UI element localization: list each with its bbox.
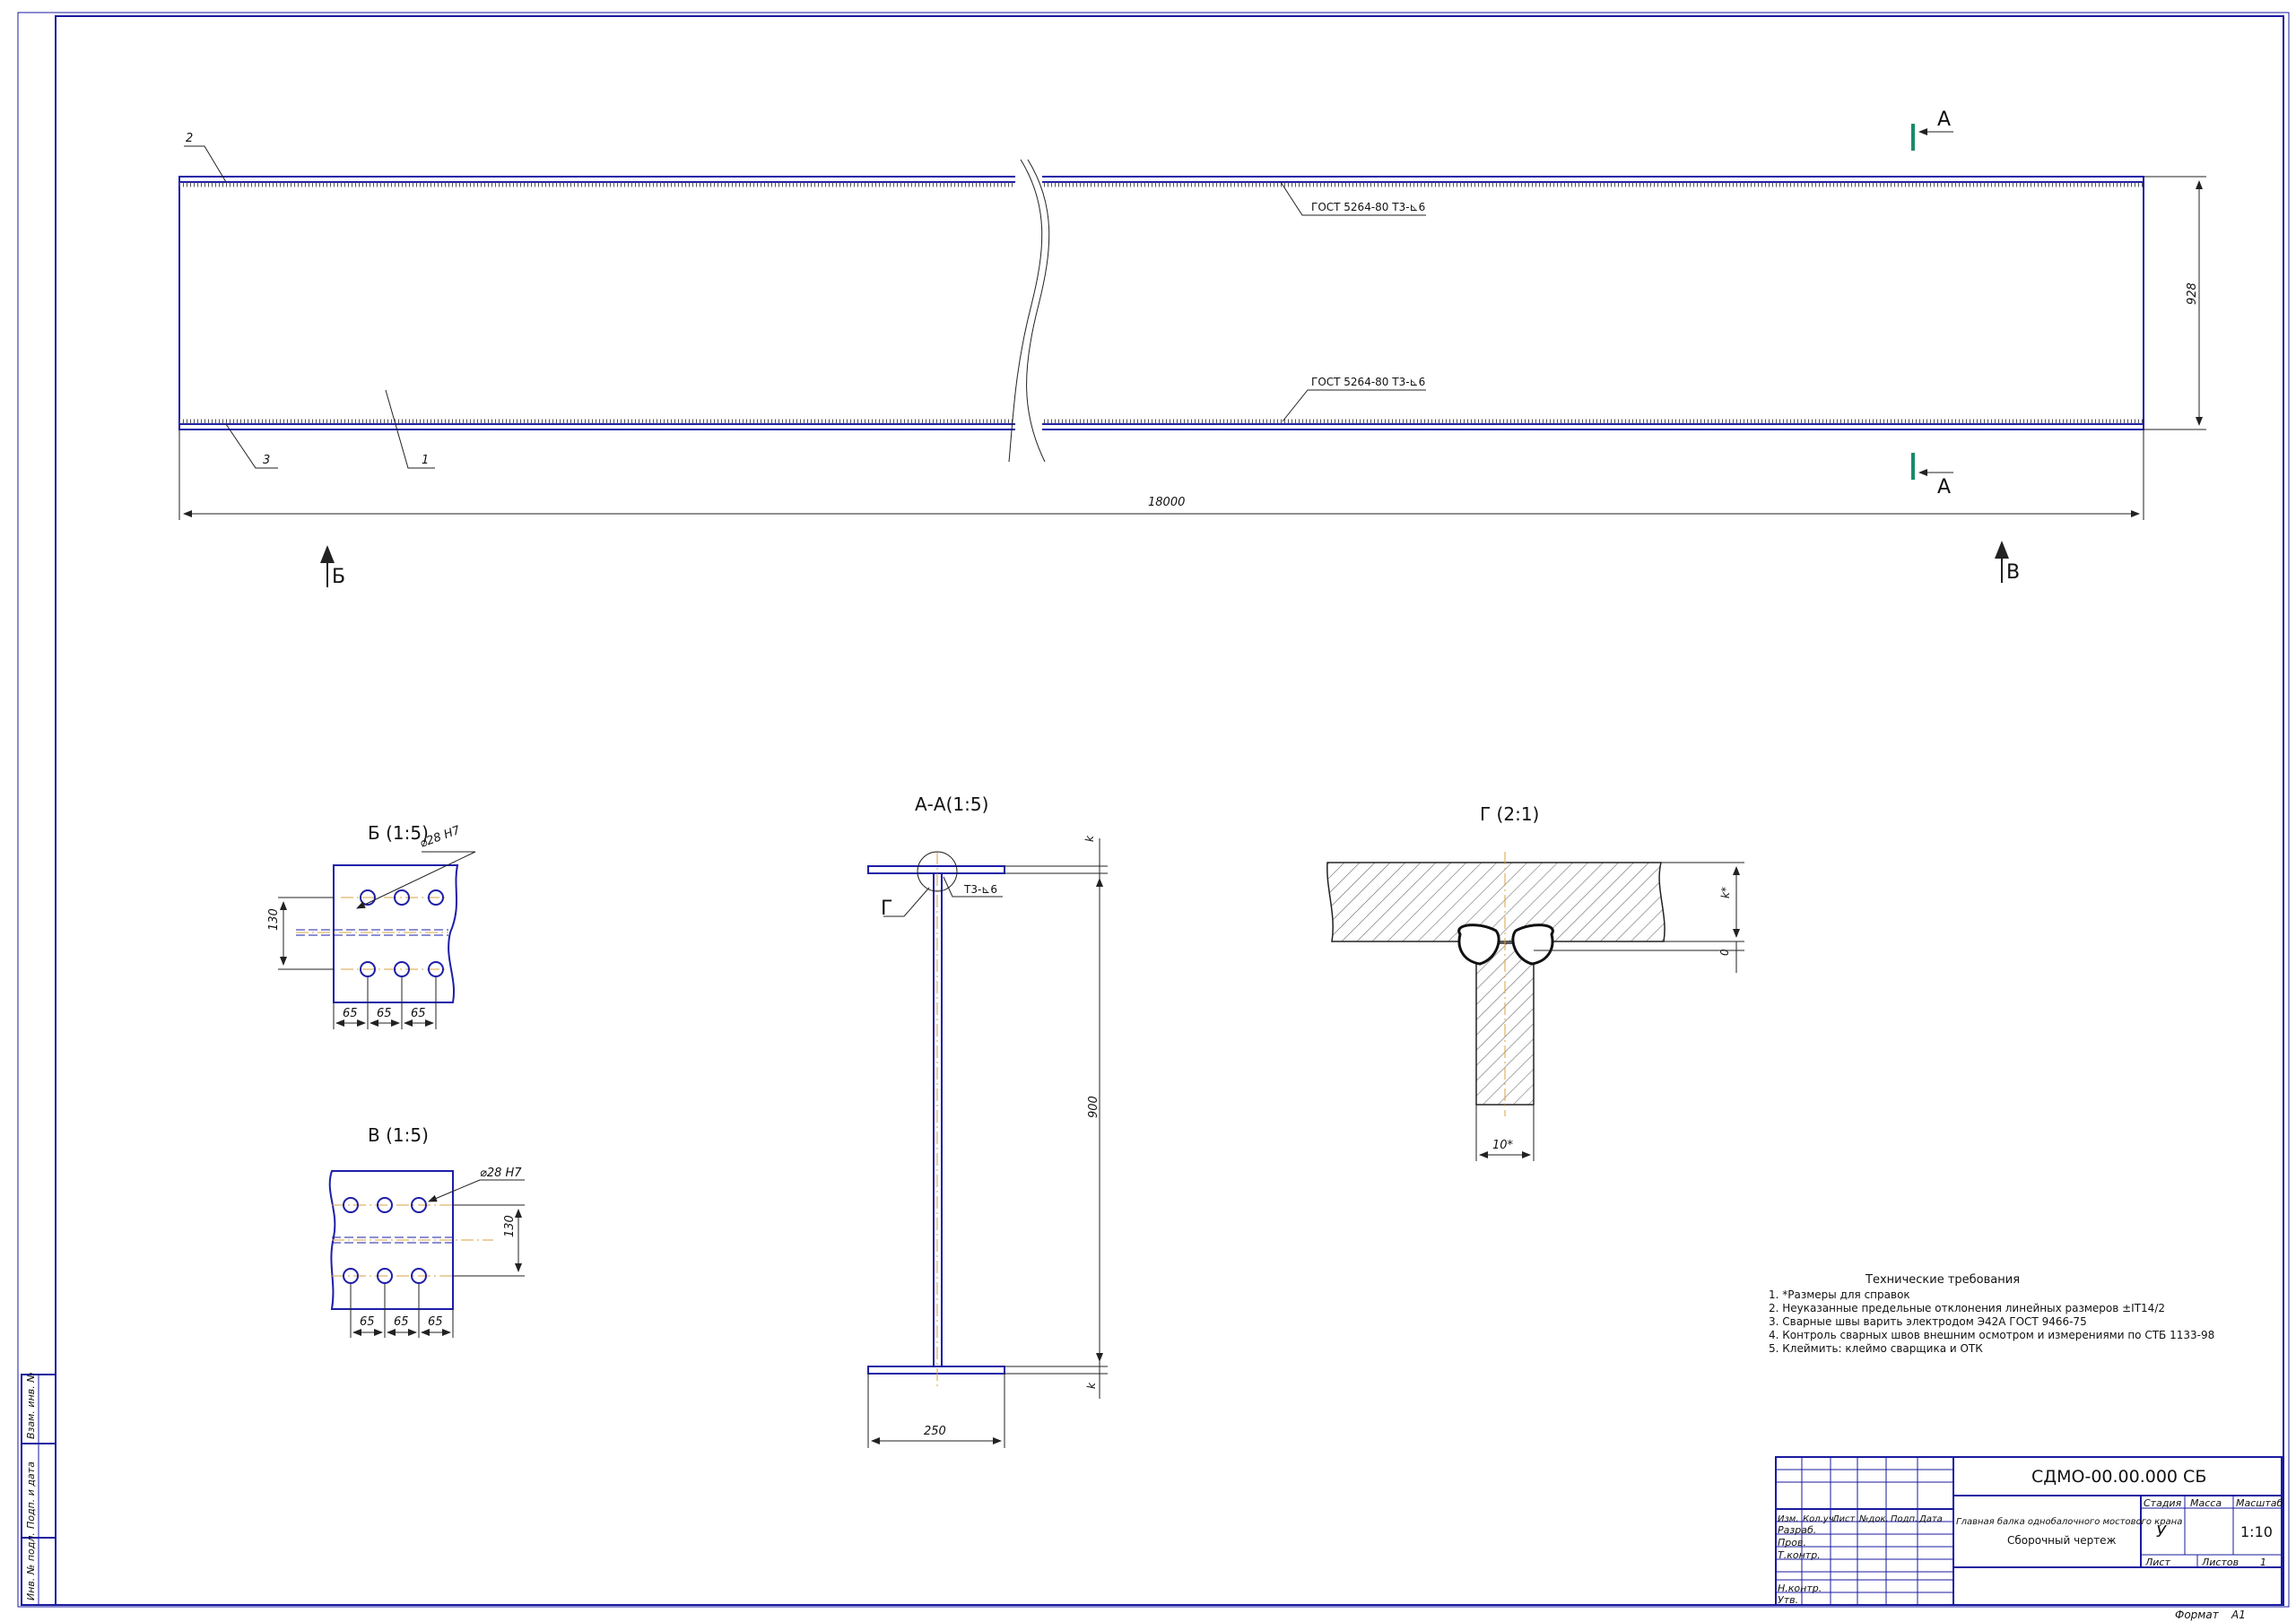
section-aa-title: А-А(1:5) (915, 794, 988, 815)
beam-outline (178, 176, 2144, 430)
role-label: Утв. (1778, 1594, 1798, 1606)
callout-2: 2 (186, 132, 193, 145)
col-header: Дата (1918, 1514, 1943, 1524)
drawing-sheet: ГОСТ 5264-80 Т3-⊾6 ГОСТ 5264-80 Т3-⊾6 2 … (17, 12, 2290, 1621)
view-b: Б (1:5) ⌀28 H7 130 65 65 65 (267, 822, 476, 1029)
view-v-title: В (1:5) (368, 1124, 429, 1146)
col-header: Изм. (1778, 1514, 1799, 1524)
top-flange (867, 865, 1005, 874)
scale-label: Масштаб (2236, 1497, 2283, 1509)
format-value: А1 (2231, 1609, 2246, 1621)
stage-value: У (2156, 1522, 2167, 1541)
spacing-dim: 65 (428, 1315, 443, 1329)
role-label: Пров. (1778, 1537, 1806, 1548)
tech-req-line: 5. Клеймить: клеймо сварщика и ОТК (1769, 1342, 1983, 1355)
tech-req-line: 4. Контроль сварных швов внешним осмотро… (1769, 1329, 2214, 1341)
format-label: Формат (2175, 1609, 2220, 1621)
detail-mark: Г (881, 898, 892, 920)
section-label-bottom: А (1937, 476, 1951, 499)
inner-frame (55, 15, 2284, 1606)
view-v-hole: ⌀28 H7 (480, 1167, 522, 1180)
spacing-dim: 65 (411, 1007, 426, 1020)
tech-req-title: Технические требования (1865, 1273, 2020, 1287)
side-stamp-text: Взам. инв. № (25, 1372, 37, 1439)
view-arrow-v-label: В (2006, 561, 2020, 584)
length-dimension: 18000 (1148, 496, 1185, 509)
spacing-dim: 65 (377, 1007, 392, 1020)
section-label-top: А (1937, 108, 1951, 131)
section-weld-note: Т3-⊾6 (963, 883, 997, 896)
view-b-height: 130 (267, 908, 281, 931)
web-height-dim: 900 (1087, 1096, 1100, 1118)
weld-note-top: ГОСТ 5264-80 Т3-⊾6 (1311, 201, 1425, 213)
scale-value: 1:10 (2240, 1523, 2273, 1540)
flange-thk-top: k (1083, 835, 1096, 842)
view-v: В (1:5) ⌀28 H7 130 65 65 65 (328, 1124, 525, 1338)
drawing-name: Главная балка однобалочного мостового кр… (1956, 1516, 2182, 1527)
flange-thk-bottom: k (1085, 1382, 1098, 1389)
col-header: Лист (1831, 1514, 1857, 1524)
technical-requirements: Технические требования 1. *Размеры для с… (1769, 1273, 2214, 1355)
spacing-dim: 65 (360, 1315, 375, 1329)
mass-label: Масса (2190, 1497, 2222, 1509)
role-label: Т.контр. (1778, 1549, 1821, 1561)
designation: СДМО-00.00.000 СБ (2031, 1467, 2206, 1487)
main-view: ГОСТ 5264-80 Т3-⊾6 ГОСТ 5264-80 Т3-⊾6 2 … (178, 108, 2206, 588)
col-header: Подп. (1891, 1514, 1918, 1524)
view-arrow-b-label: Б (332, 566, 345, 588)
stage-label: Стадия (2144, 1497, 2182, 1509)
detail-g: Г (2:1) k* 0 10* (1326, 803, 1744, 1161)
col-header: №док. (1858, 1514, 1889, 1524)
side-stamp: Инв. № подл. Подп. и дата Взам. инв. № (21, 1372, 57, 1606)
side-stamp-text: Подп. и дата (25, 1462, 37, 1529)
height-dimension: 928 (2186, 282, 2199, 305)
sheets-label: Листов (2201, 1557, 2239, 1568)
detail-gap-dim: 0 (1718, 949, 1731, 956)
bottom-flange (867, 1366, 1005, 1375)
role-label: Н.контр. (1778, 1583, 1822, 1594)
callout-3: 3 (263, 454, 270, 467)
spacing-dim: 65 (394, 1315, 409, 1329)
detail-web-dim: 10* (1492, 1139, 1514, 1152)
flange-width-dim: 250 (924, 1425, 946, 1438)
tech-req-line: 3. Сварные швы варить электродом Э42А ГО… (1769, 1315, 2087, 1328)
title-block: Изм. Кол.уч. Лист №док. Подп. Дата Разра… (1775, 1456, 2283, 1606)
sheet-label: Лист (2144, 1557, 2170, 1568)
role-label: Разраб. (1778, 1524, 1816, 1536)
side-stamp-text: Инв. № подл. (25, 1532, 37, 1600)
sheets-value: 1 (2260, 1557, 2266, 1568)
detail-flange-dim: k* (1719, 887, 1732, 898)
outer-border (17, 12, 2290, 1608)
drawing-type: Сборочный чертеж (2007, 1534, 2117, 1547)
weld-note-bottom: ГОСТ 5264-80 Т3-⊾6 (1311, 376, 1425, 388)
spacing-dim: 65 (343, 1007, 358, 1020)
tech-req-line: 2. Неуказанные предельные отклонения лин… (1769, 1302, 2165, 1314)
view-v-height: 130 (503, 1215, 517, 1237)
callout-1: 1 (422, 454, 429, 467)
section-aa: А-А(1:5) Г Т3-⊾6 k 900 k 250 (867, 794, 1108, 1448)
tech-req-line: 1. *Размеры для справок (1769, 1288, 1910, 1301)
detail-g-title: Г (2:1) (1480, 803, 1539, 825)
